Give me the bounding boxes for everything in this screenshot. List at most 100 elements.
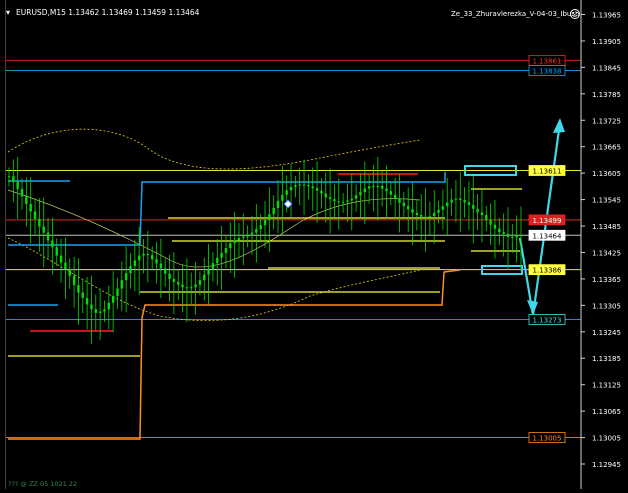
candle-body	[441, 206, 445, 210]
candle-body	[129, 266, 132, 274]
price-chart-canvas[interactable]: 1.13965 1.13905 1.13845 1.13785 1.13725 1.136…	[0, 0, 628, 489]
candle-body	[372, 185, 375, 187]
candle-body	[359, 192, 362, 196]
candle-body	[450, 199, 453, 203]
candle-body	[476, 208, 479, 213]
candle-body	[90, 304, 93, 310]
candle-body	[203, 274, 206, 281]
candle-body	[246, 234, 249, 237]
candle-body	[51, 240, 54, 248]
axis-tick-label: 1.13725	[592, 117, 621, 125]
candle-body	[237, 237, 241, 241]
candle-body	[281, 194, 284, 201]
candle-body	[463, 200, 466, 203]
candle-body	[242, 236, 245, 238]
axis-tick-label: 1.13185	[592, 355, 621, 363]
candle-body	[289, 186, 293, 191]
price-label-text: 1.13464	[533, 232, 562, 240]
symbol-info: EURUSD,M15 1.13462 1.13469 1.13459 1.134…	[16, 8, 200, 17]
candle-body	[324, 193, 327, 198]
candle-body	[493, 224, 497, 229]
candle-body	[489, 220, 492, 225]
candle-body	[137, 255, 141, 261]
candle-body	[59, 255, 63, 263]
candle-body	[446, 202, 449, 207]
candle-body	[519, 235, 523, 237]
trading-chart[interactable]: 1.13965 1.13905 1.13845 1.13785 1.13725 1.136…	[0, 0, 628, 489]
candle-body	[81, 292, 84, 298]
candle-body	[177, 281, 180, 285]
candle-body	[398, 198, 401, 203]
price-label: 1.13499	[528, 214, 566, 226]
candle-body	[124, 273, 128, 281]
candle-body	[268, 214, 271, 220]
candle-body	[389, 191, 393, 195]
candle-body	[498, 228, 501, 233]
candle-body	[98, 311, 102, 313]
candle-body	[315, 188, 319, 191]
candle-body	[333, 199, 336, 202]
candle-body	[72, 275, 76, 286]
candle-body	[111, 296, 115, 303]
price-label-text: 1.13273	[533, 316, 562, 324]
axis-tick-label: 1.13365	[592, 276, 621, 284]
candle-body	[437, 209, 440, 213]
candle-body	[428, 216, 432, 218]
candle-body	[424, 216, 427, 218]
candle-body	[485, 215, 488, 221]
candle-body	[103, 309, 106, 312]
candle-body	[320, 190, 323, 194]
candle-body	[68, 269, 71, 276]
candle-body	[307, 185, 310, 187]
axis-tick-label: 1.12945	[592, 461, 621, 469]
candle-body	[380, 185, 384, 189]
candle-body	[181, 284, 184, 288]
price-label: 1.13861	[528, 54, 566, 66]
candle-body	[172, 278, 176, 282]
candle-body	[38, 218, 41, 227]
candle-body	[224, 248, 228, 253]
candle-body	[402, 202, 406, 207]
price-label-text: 1.13005	[533, 435, 562, 443]
candle-body	[250, 232, 254, 235]
candle-body	[12, 176, 15, 182]
candle-body	[420, 215, 423, 217]
candle-body	[385, 188, 388, 192]
indicator-name: Ze_33_Zhuravlerezka_V-04-03_Ibush	[451, 10, 579, 18]
candle-body	[328, 197, 332, 200]
candle-body	[94, 309, 97, 313]
candle-body	[272, 207, 275, 215]
candle-body	[198, 280, 202, 285]
candle-body	[64, 262, 67, 270]
candle-body	[164, 268, 167, 274]
candle-body	[185, 287, 189, 289]
candle-body	[263, 219, 267, 226]
candle-body	[433, 212, 436, 217]
candle-body	[116, 288, 119, 297]
candle-body	[85, 297, 89, 305]
candle-body	[255, 229, 258, 233]
candle-body	[207, 268, 210, 275]
price-label-text: 1.13861	[533, 57, 562, 65]
candle-body	[276, 200, 280, 208]
axis-tick-label: 1.13965	[592, 12, 621, 20]
symbol-dropdown-icon[interactable]: ▾	[6, 8, 10, 17]
candle-body	[393, 194, 397, 199]
candle-body	[16, 181, 19, 190]
candle-body	[467, 202, 471, 205]
axis-tick-label: 1.13305	[592, 302, 621, 310]
candle-body	[29, 203, 32, 212]
candle-body	[194, 284, 197, 288]
candle-body	[150, 255, 154, 260]
price-label-text: 1.13386	[533, 267, 562, 275]
axis-tick-label: 1.13545	[592, 197, 621, 205]
candle-body	[259, 225, 262, 230]
candle-body	[363, 188, 366, 193]
candle-body	[142, 253, 145, 256]
candle-body	[25, 196, 28, 204]
axis-tick-label: 1.13905	[592, 38, 621, 46]
candle-body	[77, 285, 80, 293]
axis-tick-label: 1.13425	[592, 249, 621, 257]
candle-body	[350, 198, 353, 201]
candle-body	[354, 195, 358, 199]
